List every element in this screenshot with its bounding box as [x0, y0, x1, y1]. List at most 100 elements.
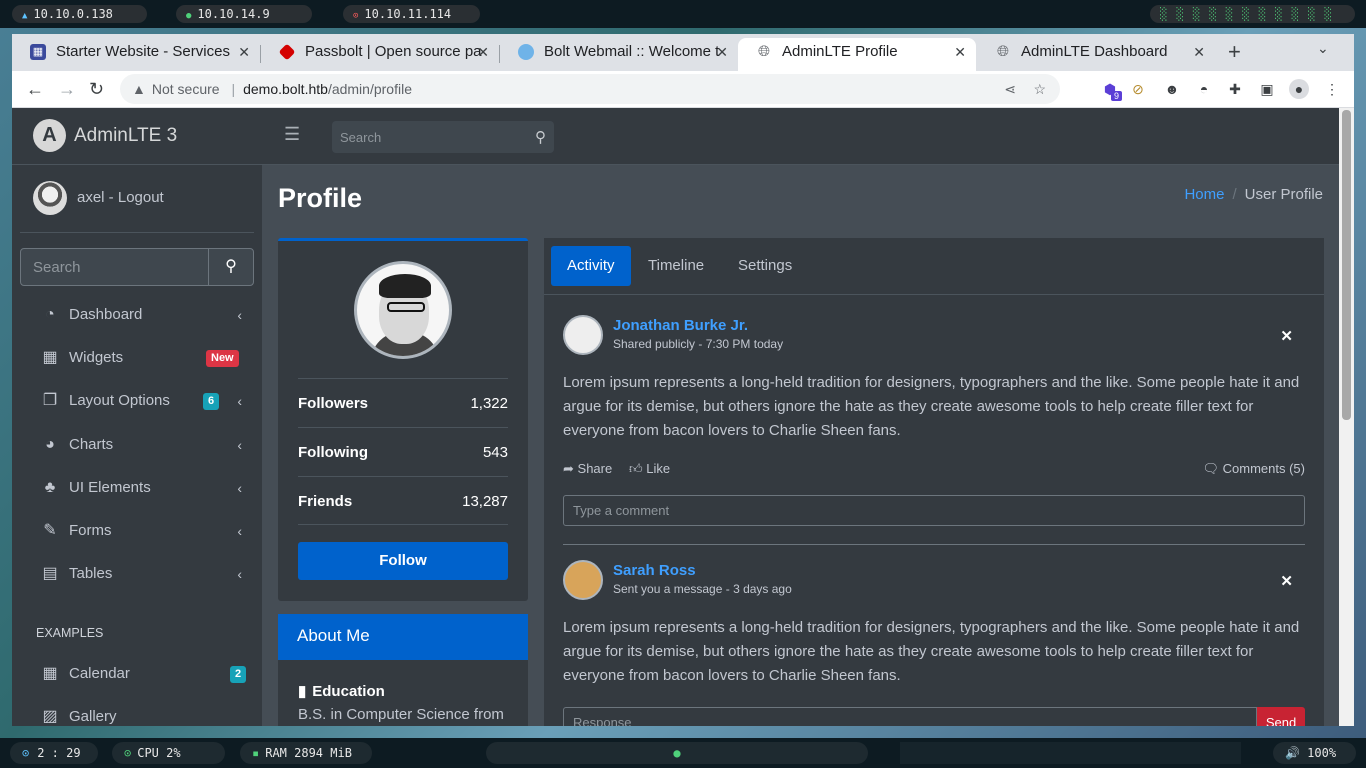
comments-icon: 🗨︎	[1202, 461, 1220, 476]
user-logout-link[interactable]: axel - Logout	[77, 189, 164, 206]
scrollbar-thumb[interactable]	[1342, 110, 1351, 420]
sidepanel-icon[interactable]: ▣	[1257, 79, 1277, 99]
brand-text: AdminLTE 3	[74, 125, 178, 146]
profile-tabs: Activity Timeline Settings	[544, 238, 1324, 295]
extension-blocked-icon[interactable]: ⊘	[1128, 79, 1148, 99]
sidebar-item-ui-elements[interactable]: ♣ UI Elements ‹	[20, 468, 254, 508]
close-icon[interactable]: ✕	[477, 38, 489, 66]
send-button[interactable]: Send	[1257, 707, 1305, 726]
calendar-icon: ▦	[42, 665, 58, 682]
breadcrumb-separator: /	[1232, 186, 1237, 203]
cpu-pill: ⊙ CPU 2%	[112, 742, 225, 764]
education-text: B.S. in Computer Science from	[298, 706, 504, 723]
post-author-link[interactable]: Jonathan Burke Jr.	[613, 317, 748, 334]
close-icon[interactable]: ✕	[1193, 38, 1205, 66]
tab-settings[interactable]: Settings	[722, 246, 808, 286]
sidebar-item-forms[interactable]: ✎ Forms ‹	[20, 511, 254, 551]
sidebar-item-charts[interactable]: ◕ Charts ‹	[20, 425, 254, 465]
tab-timeline[interactable]: Timeline	[632, 246, 720, 286]
share-label: Share	[577, 461, 613, 476]
tab-activity[interactable]: Activity	[551, 246, 631, 286]
url-omnibox[interactable]: ▲ Not secure | demo.bolt.htb/admin/profile…	[120, 74, 1060, 104]
chevron-left-icon: ‹	[237, 307, 242, 323]
workspace-indicator[interactable]: ░ ░ ░ ░ ░ ░ ░ ░ ░ ░ ░	[1150, 5, 1355, 23]
sidebar-item-dashboard[interactable]: ◔ Dashboard ‹	[20, 295, 254, 335]
network-icon: ●	[186, 11, 192, 21]
tree-icon: ♣	[44, 479, 56, 496]
count-badge: 2	[230, 666, 247, 683]
brand-link[interactable]: A AdminLTE 3	[12, 108, 262, 165]
comment-input[interactable]	[563, 495, 1305, 526]
breadcrumb-home-link[interactable]: Home	[1184, 186, 1224, 203]
extension-hat-icon[interactable]: ◓	[1194, 79, 1214, 99]
clock-icon: ⊙	[22, 746, 30, 760]
follow-button[interactable]: Follow	[298, 542, 508, 580]
volume-pill[interactable]: 🔊 100%	[1273, 742, 1356, 764]
tab-adminlte-profile[interactable]: 🌐︎ AdminLTE Profile ✕	[738, 38, 976, 71]
sidebar-item-layout-options[interactable]: ❐ Layout Options 6 ‹	[20, 381, 254, 421]
sidebar-item-gallery[interactable]: ▨ Gallery	[20, 697, 254, 726]
image-icon: ▨	[42, 708, 58, 725]
close-icon[interactable]: ✕	[1280, 327, 1293, 345]
tab-label: Bolt Webmail :: Welcome t	[544, 43, 720, 60]
new-badge: New	[206, 350, 239, 367]
menu-dots-icon[interactable]: ⋮	[1322, 79, 1342, 99]
ram-text: RAM 2894 MiB	[265, 746, 352, 760]
edit-icon: ✎	[43, 522, 57, 539]
sidebar-item-widgets[interactable]: ▦ Widgets New	[20, 338, 254, 378]
like-link[interactable]: 👍︎ Like	[629, 461, 670, 477]
main-sidebar: A AdminLTE 3 axel - Logout ⚲ ◔ Dashboard…	[12, 108, 262, 726]
close-icon[interactable]: ✕	[1280, 572, 1293, 590]
share-link[interactable]: ➦ Share	[563, 461, 612, 477]
sidebar-item-calendar[interactable]: ▦ Calendar 2	[20, 654, 254, 694]
url-host: demo.bolt.htb	[243, 81, 328, 97]
copy-icon: ❐	[42, 392, 58, 409]
page-scrollbar[interactable]	[1339, 108, 1354, 726]
reload-icon[interactable]: ↻	[89, 77, 104, 101]
puzzle-icon[interactable]: ✚	[1225, 79, 1245, 99]
tab-search-chevron-icon[interactable]: ⌄	[1317, 40, 1329, 57]
post-meta: Sent you a message - 3 days ago	[613, 582, 792, 596]
avatar	[563, 315, 603, 355]
close-icon[interactable]: ✕	[238, 38, 250, 66]
clock-pill: ⊙ 2 : 29	[10, 742, 98, 764]
user-panel: axel - Logout	[20, 165, 254, 233]
profile-avatar	[354, 261, 452, 359]
clock-text: 2 : 29	[37, 746, 81, 760]
chevron-left-icon: ‹	[237, 523, 242, 539]
tab-starter-website[interactable]: ▦ Starter Website - Services ✕	[12, 38, 260, 71]
search-icon[interactable]: ⚲	[535, 128, 546, 146]
user-icon: ▲	[22, 11, 28, 21]
forward-arrow-icon[interactable]: →	[58, 77, 76, 101]
sidebar-item-label: Widgets	[69, 349, 124, 366]
new-tab-button[interactable]: +	[1228, 38, 1241, 66]
close-icon[interactable]: ✕	[716, 38, 728, 66]
stat-followers: Followers 1,322	[298, 378, 508, 427]
comments-link[interactable]: 🗨︎ Comments (5)	[1203, 461, 1306, 477]
sidebar-search-input[interactable]	[21, 249, 209, 285]
post-author-link[interactable]: Sarah Ross	[613, 562, 696, 579]
hamburger-menu-icon[interactable]: ☰	[284, 124, 300, 145]
adminlte-logo-icon: A	[33, 119, 66, 152]
passbolt-icon	[278, 43, 296, 61]
tab-adminlte-dashboard[interactable]: 🌐︎ AdminLTE Dashboard ✕	[977, 38, 1215, 71]
extension-spy-icon[interactable]: ☻	[1162, 79, 1182, 99]
table-icon: ▤	[42, 565, 58, 582]
chevron-left-icon: ‹	[237, 480, 242, 496]
close-icon[interactable]: ✕	[954, 38, 966, 66]
profile-avatar-icon[interactable]: ●	[1289, 79, 1309, 99]
tab-passbolt[interactable]: Passbolt | Open source pa ✕	[261, 38, 499, 71]
tun-ip-pill: ● 10.10.14.9	[176, 5, 312, 23]
search-icon[interactable]: ⚲	[209, 249, 253, 285]
breadcrumb: Home / User Profile	[1184, 186, 1323, 203]
avatar	[563, 560, 603, 600]
response-input[interactable]	[563, 707, 1257, 726]
sidebar-item-tables[interactable]: ▤ Tables ‹	[20, 554, 254, 594]
share-icon[interactable]: ⋖	[1004, 74, 1016, 104]
star-icon[interactable]: ☆	[1033, 74, 1046, 104]
navbar-search-input[interactable]	[332, 121, 522, 153]
tab-webmail[interactable]: Bolt Webmail :: Welcome t ✕	[500, 38, 738, 71]
post-meta: Shared publicly - 7:30 PM today	[613, 337, 784, 351]
back-arrow-icon[interactable]: ←	[26, 77, 44, 101]
sidebar-item-label: UI Elements	[69, 479, 151, 496]
